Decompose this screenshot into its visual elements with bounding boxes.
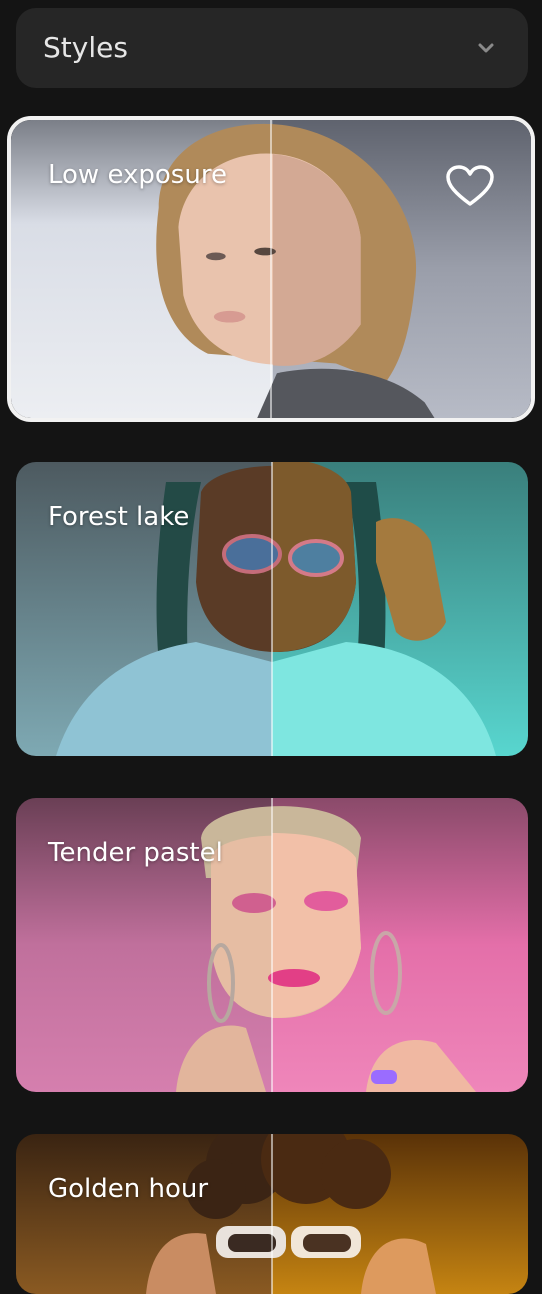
heart-icon[interactable]	[445, 164, 495, 208]
style-card-tender-pastel[interactable]: Tender pastel	[16, 798, 528, 1092]
styles-dropdown-label: Styles	[43, 31, 128, 64]
before-after-divider[interactable]	[271, 462, 273, 756]
before-after-divider[interactable]	[270, 120, 272, 418]
style-card-label: Tender pastel	[48, 838, 223, 868]
style-card-label: Low exposure	[48, 160, 227, 190]
before-after-divider[interactable]	[271, 798, 273, 1092]
chevron-down-icon	[478, 43, 494, 53]
style-card-golden-hour[interactable]: Golden hour	[16, 1134, 528, 1294]
styles-panel: Styles Low exposure Forest lake Tender p…	[0, 0, 542, 1294]
style-card-forest-lake[interactable]: Forest lake	[16, 462, 528, 756]
style-card-label: Golden hour	[48, 1174, 209, 1204]
before-after-divider[interactable]	[271, 1134, 273, 1294]
styles-dropdown[interactable]: Styles	[16, 8, 528, 88]
style-card-low-exposure[interactable]: Low exposure	[7, 116, 535, 422]
style-card-label: Forest lake	[48, 502, 190, 532]
